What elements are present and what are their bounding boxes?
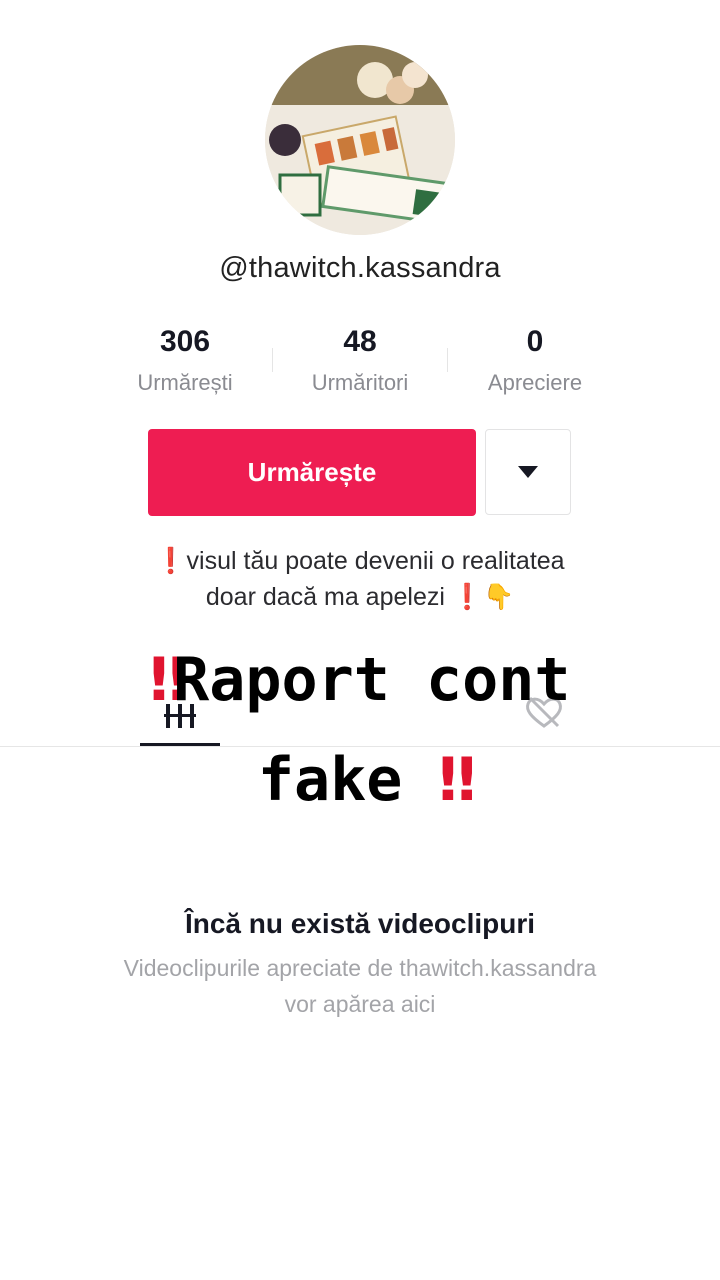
bio-line-2: doar dacă ma apelezi ❗👇 bbox=[0, 579, 720, 615]
empty-state-subtitle-2: vor apărea aici bbox=[284, 991, 436, 1017]
stat-followers[interactable]: 48 Urmăritori bbox=[270, 320, 450, 396]
stat-likes-count: 0 bbox=[526, 325, 544, 358]
bio-line-1: ❗visul tău poate devenii o realitatea bbox=[0, 543, 720, 579]
suggested-accounts-button[interactable] bbox=[485, 429, 571, 515]
overlay-line-1: ‼Raport cont bbox=[0, 630, 720, 730]
stat-followers-label: Urmăritori bbox=[311, 370, 409, 395]
profile-username: @thawitch.kassandra bbox=[219, 252, 501, 284]
double-exclamation-icon: ‼ bbox=[149, 645, 187, 715]
stat-divider bbox=[447, 348, 448, 372]
exclamation-icon: ❗ bbox=[451, 583, 483, 611]
stat-following[interactable]: 306 Urmărești bbox=[95, 320, 275, 396]
stat-followers-count: 48 bbox=[343, 325, 377, 358]
overlay-caption: ‼Raport cont fake ‼ bbox=[0, 630, 720, 830]
empty-state-subtitle: Videoclipurile apreciate de thawitch.kas… bbox=[60, 950, 660, 1022]
stat-likes-label: Apreciere bbox=[487, 370, 583, 395]
avatar[interactable] bbox=[265, 45, 455, 235]
overlay-line-2: fake ‼ bbox=[0, 730, 720, 830]
stat-likes[interactable]: 0 Apreciere bbox=[445, 320, 625, 396]
stat-following-label: Urmărești bbox=[137, 370, 233, 395]
follow-button[interactable]: Urmărește bbox=[148, 429, 476, 516]
double-exclamation-icon: ‼ bbox=[438, 745, 476, 815]
bio-text-1: visul tău poate devenii o realitatea bbox=[186, 547, 565, 575]
pointing-down-icon: 👇 bbox=[483, 583, 515, 611]
exclamation-icon: ❗ bbox=[155, 547, 187, 575]
empty-state-subtitle-1: Videoclipurile apreciate de thawitch.kas… bbox=[123, 955, 597, 981]
caret-down-icon bbox=[518, 466, 538, 478]
overlay-text-2: fake bbox=[257, 745, 403, 815]
stat-divider bbox=[272, 348, 273, 372]
bio-text-2: doar dacă ma apelezi bbox=[205, 583, 445, 611]
stat-following-count: 306 bbox=[159, 325, 211, 358]
empty-state-title: Încă nu există videoclipuri bbox=[184, 908, 536, 939]
overlay-text-1: Raport cont bbox=[173, 645, 571, 715]
profile-stats: 306 Urmărești 48 Urmăritori 0 Apreciere bbox=[0, 320, 720, 410]
avatar-image bbox=[265, 45, 455, 235]
profile-bio: ❗visul tău poate devenii o realitatea do… bbox=[0, 543, 720, 615]
